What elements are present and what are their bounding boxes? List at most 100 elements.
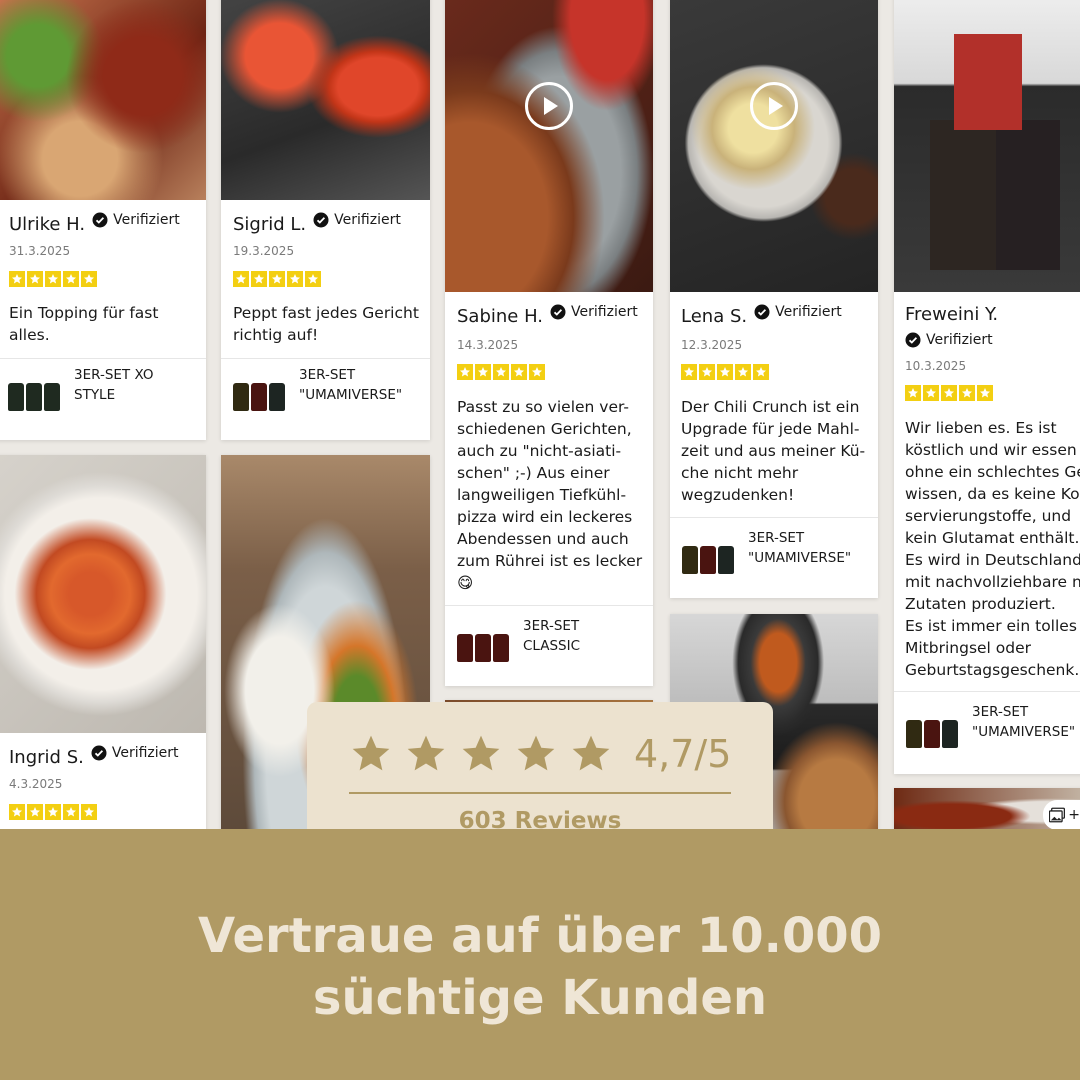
review-text: Wir lieben es. Es ist köstlich und wir e… [905,419,1080,679]
review-date: 12.3.2025 [681,338,743,352]
star-icon [735,364,751,380]
star-icon [457,364,473,380]
star-icon [81,271,97,287]
verified-badge: Verifiziert [313,212,401,228]
star-icon [404,732,448,780]
review-card[interactable]: Ingrid S. Verifiziert 4.3.2025 [0,455,206,835]
review-photo[interactable] [894,0,1080,292]
divider [349,792,731,794]
star-icon [959,385,975,401]
star-icon [529,364,545,380]
reviewer-name: Ulrike H. [9,214,86,235]
review-text: Ein Topping für fast alles. [9,304,159,344]
star-icon [681,364,697,380]
review-date: 10.3.2025 [905,359,967,373]
review-date: 19.3.2025 [233,244,295,258]
play-icon[interactable] [525,82,573,130]
review-stars [905,385,993,401]
product-link[interactable]: 3ER-SET "UMAMIVERSE" [894,691,1080,774]
image-gallery-icon [1049,807,1065,823]
star-icon [569,732,613,780]
review-photo[interactable] [445,0,653,292]
review-date: 14.3.2025 [457,338,519,352]
play-icon[interactable] [750,82,798,130]
star-icon [9,804,25,820]
star-icon [699,364,715,380]
star-icon [9,271,25,287]
product-link[interactable]: 3ER-SET CLASSIC [445,605,653,686]
star-icon [63,271,79,287]
product-name: 3ER-SET "UMAMIVERSE" [748,530,852,566]
star-icon [27,271,43,287]
verified-label: Verifiziert [334,212,401,228]
product-name: 3ER-SET CLASSIC [523,618,581,654]
reviewer-name: Sabine H. [457,306,544,327]
product-thumbnail [457,632,511,662]
review-card[interactable]: Sabine H. Verifiziert 14.3.2025 Passt zu … [445,0,653,686]
review-card[interactable]: Ulrike H. Verifiziert 31.3.2025 Ein Toppi… [0,0,206,440]
rating-score: 4,7/5 [634,732,732,776]
verified-badge: Verifiziert [91,745,179,761]
review-photo[interactable] [670,0,878,292]
review-wall: Ulrike H. Verifiziert 31.3.2025 Ein Toppi… [0,0,1080,1080]
product-link[interactable]: 3ER-SET "UMAMIVERSE" [670,517,878,598]
review-stars [681,364,769,380]
star-icon [233,271,249,287]
verified-label: Verifiziert [111,745,179,761]
star-icon [977,385,993,401]
star-icon [475,364,491,380]
verified-label: Verifiziert [775,304,842,320]
headline-line-1: Vertraue auf über 10.000 [197,908,883,964]
star-icon [45,271,61,287]
verified-badge: Verifiziert [550,304,638,320]
review-text: Passt zu so vielen ver- schiedenen Geric… [457,398,643,592]
check-badge-icon [754,304,770,320]
star-icon [287,271,303,287]
review-card[interactable]: Freweini Y. Verifiziert 10.3.2025 Wir li… [894,0,1080,774]
check-badge-icon [92,212,108,228]
gallery-button[interactable]: + [1043,800,1080,830]
verified-label: Verifiziert [113,212,180,228]
product-name: 3ER-SET "UMAMIVERSE" [972,704,1076,740]
star-icon [514,732,558,780]
review-text: Der Chili Crunch ist ein Upgrade für jed… [681,398,866,504]
product-name: 3ER-SET XO STYLE [74,367,154,403]
star-icon [349,732,393,780]
review-photo[interactable] [0,455,206,733]
product-thumbnail [233,381,287,411]
product-link[interactable]: 3ER-SET XO STYLE [0,358,206,440]
check-badge-icon [905,332,921,348]
review-stars [233,271,321,287]
review-card[interactable]: Lena S. Verifiziert 12.3.2025 Der Chili C… [670,0,878,598]
review-photo[interactable] [0,0,206,200]
review-stars [457,364,545,380]
product-thumbnail [8,381,62,411]
reviewer-name: Sigrid L. [233,214,307,235]
headline-line-2: süchtige Kunden [312,970,768,1026]
rating-stars [349,732,613,780]
star-icon [511,364,527,380]
check-badge-icon [313,212,329,228]
review-stars [9,271,97,287]
product-thumbnail [682,544,736,574]
star-icon [63,804,79,820]
review-date: 4.3.2025 [9,777,63,791]
star-icon [251,271,267,287]
star-icon [305,271,321,287]
star-icon [753,364,769,380]
headline: Vertraue auf über 10.000 süchtige Kunden [0,905,1080,1029]
review-card[interactable]: Sigrid L. Verifiziert 19.3.2025 Peppt fas… [221,0,430,440]
gallery-more-label: + [1068,807,1080,823]
product-link[interactable]: 3ER-SET "UMAMIVERSE" [221,358,430,440]
review-photo[interactable] [221,0,430,200]
review-stars [9,804,97,820]
star-icon [717,364,733,380]
check-badge-icon [91,745,107,761]
verified-badge: Verifiziert [92,212,180,228]
star-icon [81,804,97,820]
star-icon [269,271,285,287]
star-icon [459,732,503,780]
reviewer-name: Lena S. [681,306,748,327]
verified-badge: Verifiziert [905,332,993,348]
verified-label: Verifiziert [571,304,638,320]
